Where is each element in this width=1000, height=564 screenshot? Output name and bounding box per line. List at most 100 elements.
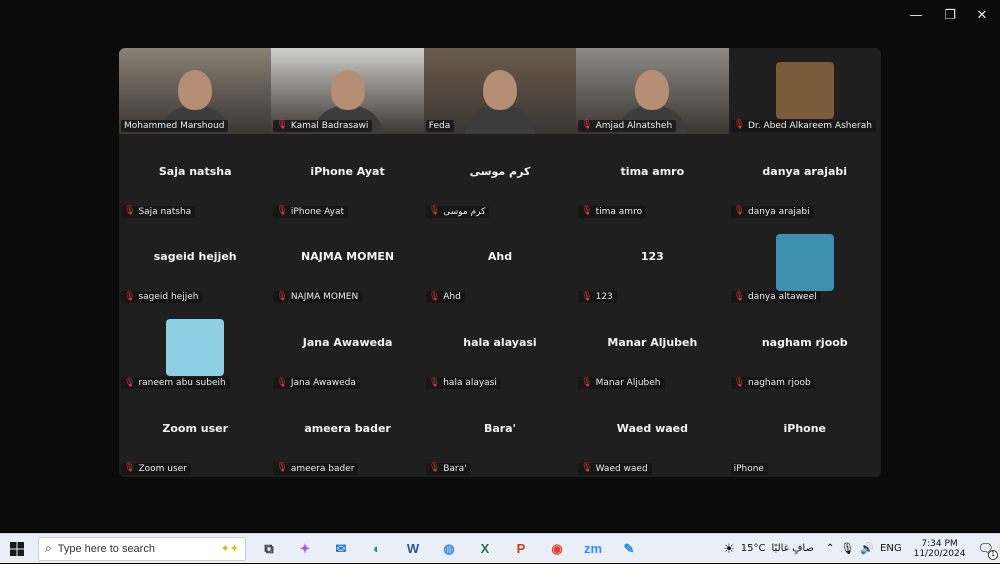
participant-name: 123 [640,250,664,264]
participant-name: tima amro [620,164,685,178]
participant-label-text: raneem abu subeih [138,378,226,389]
search-icon: ⌕ [45,541,52,555]
participant-label: 🎙 ameera bader [273,462,359,475]
participant-tile[interactable]: Ahd 🎙 Ahd [424,220,576,306]
zoom-icon[interactable]: zm [578,534,608,564]
participant-label: Mohammed Marshoud [121,119,229,132]
participant-name: hala alayasi [463,336,537,350]
weather-temp[interactable]: 15°C [741,543,766,554]
person-silhouette [178,70,213,110]
participant-tile[interactable]: 🎙 Amjad Alnatsheh [576,48,729,134]
notifications-button[interactable]: 🗨 1 [977,540,998,560]
participant-label-text: كرم موسى [443,206,486,217]
clock[interactable]: 7:34 PM 11/20/2024 [914,539,966,559]
participant-tile[interactable]: Feda [423,48,577,134]
person-silhouette [330,70,365,110]
participant-label-text: Mohammed Marshoud [124,120,225,131]
participant-tile[interactable]: 🎙 Kamal Badrasawi [271,48,424,134]
edge-icon[interactable]: ◐ [362,534,392,564]
participant-tile[interactable]: iPhone iPhone [729,391,881,477]
sparkle-icon: ✦✦ [220,543,239,555]
participant-tile[interactable]: Manar Aljubeh 🎙 Manar Aljubeh [576,305,728,391]
participant-label: 🎙 tima amro [578,205,647,218]
participant-label: 🎙 Waed waed [578,462,652,475]
weather-text[interactable]: صافٍ غالبًا [772,543,814,554]
copilot-icon[interactable]: ✦ [290,534,320,564]
participant-name: Waed waed [616,422,688,436]
participant-label-text: Zoom user [138,463,187,474]
zoom-window: — ❐ ✕ Mohammed Marshoud 🎙 Kamal Badrasawi F… [0,0,1000,533]
participant-avatar [775,62,834,119]
restore-button[interactable]: ❐ [932,4,968,26]
paint-icon[interactable]: ✎ [614,534,644,564]
task-view-icon[interactable]: ⧉ [254,534,284,564]
minimize-button[interactable]: — [898,4,934,26]
participant-label-text: nagham rjoob [748,378,811,389]
weather-icon[interactable]: ☀ [723,541,735,557]
participant-tile[interactable]: iPhone Ayat 🎙 iPhone Ayat [271,134,423,220]
participant-label: 🎙 Jana Awaweda [273,377,360,390]
participant-tile[interactable]: Zoom user 🎙 Zoom user [119,391,271,477]
close-button[interactable]: ✕ [964,4,1000,26]
muted-mic-icon: 🎙 [581,377,593,388]
participant-tile[interactable]: Bara' 🎙 Bara' [424,391,576,477]
participant-tile[interactable]: كرم موسى 🎙 كرم موسى [424,134,576,220]
taskbar: ⌕ Type here to search ✦✦ ⧉ ✦ ✉ ◐ W ◍ X P ◉ zm ✎ ☀ … [0,533,1000,563]
participant-tile[interactable]: Saja natsha 🎙 Saja natsha [119,134,271,220]
excel-icon[interactable]: X [470,534,500,564]
muted-mic-icon: 🎙 [276,291,288,302]
participant-label-text: Dr. Abed Alkareem Asherah [748,120,872,131]
chrome-icon[interactable]: ◉ [542,534,572,564]
participant-label: 🎙 كرم موسى [425,205,490,218]
participant-tile[interactable]: 🎙 Dr. Abed Alkareem Asherah [729,48,881,134]
volume-icon[interactable]: 🔊 [860,542,874,555]
windows-icon [10,541,24,556]
person-silhouette [482,70,517,110]
participant-name: Ahd [487,250,513,264]
participant-label-text: Waed waed [595,463,648,474]
participant-label-text: Jana Awaweda [290,378,356,389]
muted-mic-icon: 🎙 [581,463,593,474]
muted-mic-icon: 🎙 [276,120,288,131]
person-body [464,106,535,134]
participant-name: NAJMA MOMEN [301,250,395,264]
participant-label: 🎙 nagham rjoob [730,377,815,390]
participant-tile[interactable]: Waed waed 🎙 Waed waed [576,391,728,477]
person-silhouette [635,70,670,110]
participant-tile[interactable]: 🎙 raneem abu subeih [119,305,271,391]
participant-label-text: ameera bader [290,463,355,474]
participant-tile[interactable]: 🎙 danya altaweel [729,220,881,306]
word-icon[interactable]: W [398,534,428,564]
participant-tile[interactable]: hala alayasi 🎙 hala alayasi [424,305,576,391]
muted-mic-icon: 🎙 [428,377,441,388]
participant-tile[interactable]: danya arajabi 🎙 danya arajabi [729,134,881,220]
participant-tile[interactable]: ameera bader 🎙 ameera bader [271,391,423,477]
muted-mic-icon: 🎙 [733,377,745,388]
muted-mic-icon: 🎙 [581,291,593,302]
participant-tile[interactable]: nagham rjoob 🎙 nagham rjoob [729,305,881,391]
powerpoint-icon[interactable]: P [506,534,536,564]
participant-label: 🎙 Saja natsha [121,205,196,218]
participant-tile[interactable]: NAJMA MOMEN 🎙 NAJMA MOMEN [271,220,423,306]
participant-label-text: danya arajabi [748,206,810,217]
photos-icon[interactable]: ◍ [434,534,464,564]
chevron-up-icon[interactable]: ⌃ [826,543,834,554]
participant-tile[interactable]: 123 🎙 123 [576,220,728,306]
participant-label-text: Feda [428,120,451,131]
participant-tile[interactable]: Jana Awaweda 🎙 Jana Awaweda [271,305,423,391]
participant-tile[interactable]: sageid hejjeh 🎙 sageid hejjeh [119,220,271,306]
participant-label-text: NAJMA MOMEN [290,292,359,303]
microphone-icon[interactable]: 🎙 [840,542,854,555]
mail-icon[interactable]: ✉ [326,534,356,564]
muted-mic-icon: 🎙 [733,206,745,217]
participant-tile[interactable]: Mohammed Marshoud [119,48,272,134]
start-button[interactable] [0,534,34,564]
participant-name: Manar Aljubeh [607,336,698,350]
muted-mic-icon: 🎙 [428,206,441,217]
participant-tile[interactable]: tima amro 🎙 tima amro [576,134,728,220]
language-indicator[interactable]: ENG [880,543,902,554]
taskbar-search[interactable]: ⌕ Type here to search ✦✦ [38,536,246,561]
participant-label-text: sageid hejjeh [138,292,199,303]
participant-label: 🎙 Ahd [425,291,465,304]
participant-label: Feda [425,119,455,132]
